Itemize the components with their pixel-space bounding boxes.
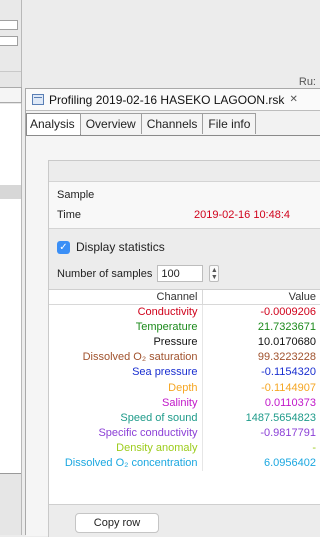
sample-label: Sample bbox=[57, 189, 95, 201]
channel-value-cell: - bbox=[202, 440, 320, 456]
close-icon[interactable]: ✕ bbox=[289, 94, 297, 105]
channel-value-cell: 1487.5654823 bbox=[202, 410, 320, 426]
left-pane-field bbox=[0, 20, 18, 30]
channel-value-cell: -0.1154320 bbox=[202, 364, 320, 380]
time-value: 2019-02-16 10:48:4 bbox=[194, 209, 291, 221]
stepper-down-icon[interactable]: ▼ bbox=[210, 274, 218, 281]
number-of-samples-stepper[interactable]: ▲ ▼ bbox=[209, 265, 220, 282]
table-row[interactable]: Conductivity -0.0009206 bbox=[49, 304, 320, 320]
channel-value-cell: -0.9817791 bbox=[202, 425, 320, 441]
table-row[interactable]: Density anomaly - bbox=[49, 440, 320, 456]
channel-name-cell: Pressure bbox=[49, 334, 203, 350]
table-row[interactable]: Temperature 21.7323671 bbox=[49, 319, 320, 335]
left-pane-field bbox=[0, 36, 18, 46]
display-statistics-checkbox[interactable]: ✓ bbox=[57, 240, 70, 254]
channel-name-cell: Speed of sound bbox=[49, 410, 203, 426]
channel-name-cell: Salinity bbox=[49, 395, 203, 411]
analysis-panel: Sample Time 2019-02-16 10:48:4 ✓ Display… bbox=[48, 160, 320, 537]
channel-value-cell: 10.0170680 bbox=[202, 334, 320, 350]
left-pane-row[interactable] bbox=[0, 185, 21, 199]
channel-name-cell: Depth bbox=[49, 379, 203, 396]
statistics-table: Channel Value Conductivity -0.0009206 Temp… bbox=[49, 289, 320, 505]
time-label: Time bbox=[57, 209, 82, 221]
left-pane-tab[interactable] bbox=[0, 87, 22, 103]
tab-analysis[interactable]: Analysis bbox=[26, 113, 81, 135]
editor-tab[interactable]: Profiling 2019-02-16 HASEKO LAGOON.rsk ✕ bbox=[26, 89, 320, 111]
tab-overview[interactable]: Overview bbox=[79, 113, 142, 134]
channel-name-cell: Density anomaly bbox=[49, 440, 203, 456]
number-of-samples-row: Number of samples 100 ▲ ▼ bbox=[57, 265, 220, 282]
left-background-pane bbox=[0, 0, 22, 535]
stepper-up-icon[interactable]: ▲ bbox=[210, 267, 218, 274]
editor-window: Profiling 2019-02-16 HASEKO LAGOON.rsk ✕… bbox=[25, 88, 320, 537]
tab-channels[interactable]: Channels bbox=[140, 113, 204, 134]
channel-value-cell: 0.0110373 bbox=[202, 395, 320, 411]
statistics-body: Conductivity -0.0009206 Temperature 21.7323… bbox=[49, 304, 320, 472]
tab-file-info[interactable]: File info bbox=[202, 113, 257, 134]
document-icon bbox=[32, 94, 44, 105]
channel-value-cell: -0.1144907 bbox=[202, 379, 320, 396]
channel-value-cell: 6.0956402 bbox=[202, 455, 320, 472]
channel-name-cell: Sea pressure bbox=[49, 364, 203, 380]
left-pane-body bbox=[0, 104, 21, 474]
channel-name-cell: Conductivity bbox=[49, 304, 203, 320]
number-of-samples-label: Number of samples bbox=[57, 267, 153, 280]
table-row[interactable]: Specific conductivity -0.9817791 bbox=[49, 425, 320, 441]
table-row[interactable]: Dissolved O₂ concentration 6.0956402 bbox=[49, 455, 320, 472]
analysis-content: Sample Time 2019-02-16 10:48:4 ✓ Display… bbox=[26, 135, 320, 537]
column-header-channel[interactable]: Channel bbox=[49, 290, 203, 305]
table-row[interactable]: Salinity 0.0110373 bbox=[49, 395, 320, 411]
channel-name-cell: Temperature bbox=[49, 319, 203, 335]
table-row[interactable]: Sea pressure -0.1154320 bbox=[49, 364, 320, 380]
table-row[interactable]: Speed of sound 1487.5654823 bbox=[49, 410, 320, 426]
run-menu-label[interactable]: Ru: bbox=[299, 76, 316, 88]
sample-box: Sample Time 2019-02-16 10:48:4 bbox=[49, 181, 320, 229]
display-statistics-row[interactable]: ✓ Display statistics bbox=[57, 240, 165, 254]
channel-value-cell: 21.7323671 bbox=[202, 319, 320, 335]
table-row[interactable]: Pressure 10.0170680 bbox=[49, 334, 320, 350]
table-row[interactable]: Depth -0.1144907 bbox=[49, 379, 320, 396]
table-row[interactable]: Dissolved O₂ saturation 99.3223228 bbox=[49, 349, 320, 365]
channel-value-cell: 99.3223228 bbox=[202, 349, 320, 365]
channel-name-cell: Dissolved O₂ concentration bbox=[49, 455, 203, 472]
channel-name-cell: Specific conductivity bbox=[49, 425, 203, 441]
display-statistics-label: Display statistics bbox=[76, 240, 165, 254]
channel-name-cell: Dissolved O₂ saturation bbox=[49, 349, 203, 365]
number-of-samples-input[interactable]: 100 bbox=[157, 265, 204, 282]
channel-value-cell: -0.0009206 bbox=[202, 304, 320, 320]
copy-row-button[interactable]: Copy row bbox=[75, 513, 159, 533]
column-header-value[interactable]: Value bbox=[202, 290, 320, 305]
editor-tab-title: Profiling 2019-02-16 HASEKO LAGOON.rsk bbox=[49, 92, 285, 107]
subtab-bar: Analysis Overview Channels File info bbox=[26, 113, 257, 135]
